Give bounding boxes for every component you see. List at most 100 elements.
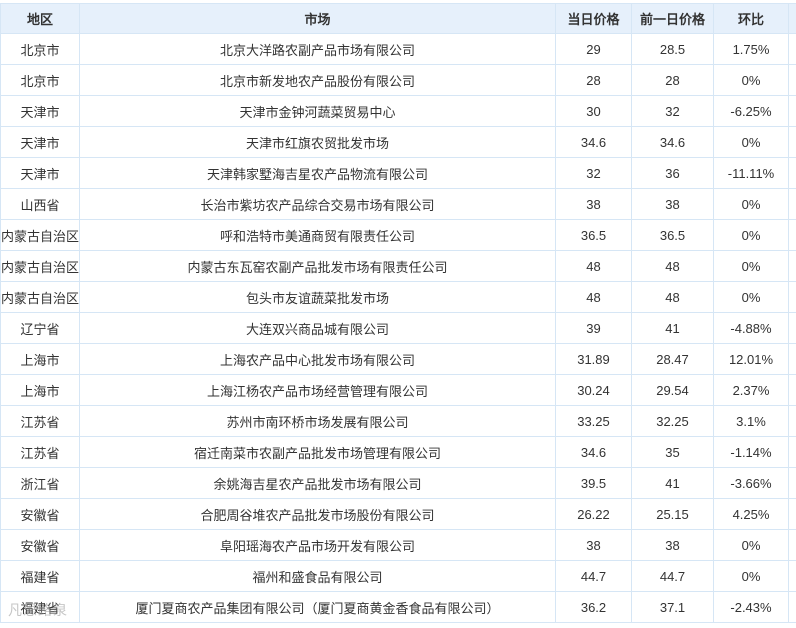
cell-today-price: 44.7 bbox=[555, 560, 632, 592]
cell-extra bbox=[788, 250, 796, 282]
table-row: 江苏省 宿迁南菜市农副产品批发市场管理有限公司 34.6 35 -1.14% bbox=[0, 436, 796, 468]
cell-extra bbox=[788, 157, 796, 189]
cell-market: 余姚海吉星农产品批发市场有限公司 bbox=[79, 467, 556, 499]
table-row: 北京市 北京市新发地农产品股份有限公司 28 28 0% bbox=[0, 64, 796, 96]
table-row: 浙江省 余姚海吉星农产品批发市场有限公司 39.5 41 -3.66% bbox=[0, 467, 796, 499]
table-body: 北京市 北京大洋路农副产品市场有限公司 29 28.5 1.75% 北京市 北京… bbox=[0, 33, 796, 623]
cell-region: 浙江省 bbox=[0, 467, 80, 499]
table-row: 安徽省 合肥周谷堆农产品批发市场股份有限公司 26.22 25.15 4.25% bbox=[0, 498, 796, 530]
cell-region: 天津市 bbox=[0, 126, 80, 158]
cell-extra bbox=[788, 529, 796, 561]
cell-extra bbox=[788, 281, 796, 313]
cell-extra bbox=[788, 374, 796, 406]
cell-extra bbox=[788, 591, 796, 623]
cell-today-price: 36.5 bbox=[555, 219, 632, 251]
cell-prev-price: 29.54 bbox=[631, 374, 714, 406]
header-market[interactable]: 市场 bbox=[79, 3, 556, 34]
cell-market: 北京市新发地农产品股份有限公司 bbox=[79, 64, 556, 96]
cell-market: 天津市金钟河蔬菜贸易中心 bbox=[79, 95, 556, 127]
cell-change: 0% bbox=[713, 250, 789, 282]
cell-prev-price: 28 bbox=[631, 64, 714, 96]
cell-change: 0% bbox=[713, 560, 789, 592]
cell-extra bbox=[788, 188, 796, 220]
cell-market: 天津市红旗农贸批发市场 bbox=[79, 126, 556, 158]
cell-prev-price: 36 bbox=[631, 157, 714, 189]
header-region[interactable]: 地区 bbox=[0, 3, 80, 34]
table-row: 安徽省 阜阳瑶海农产品市场开发有限公司 38 38 0% bbox=[0, 529, 796, 561]
header-change[interactable]: 环比 bbox=[713, 3, 789, 34]
header-extra bbox=[788, 3, 796, 34]
header-prev-price[interactable]: 前一日价格 bbox=[631, 3, 714, 34]
cell-region: 内蒙古自治区 bbox=[0, 219, 80, 251]
cell-region: 上海市 bbox=[0, 343, 80, 375]
table-row: 天津市 天津韩家墅海吉星农产品物流有限公司 32 36 -11.11% bbox=[0, 157, 796, 189]
table-row: 内蒙古自治区 内蒙古东瓦窑农副产品批发市场有限责任公司 48 48 0% bbox=[0, 250, 796, 282]
cell-market: 苏州市南环桥市场发展有限公司 bbox=[79, 405, 556, 437]
cell-prev-price: 25.15 bbox=[631, 498, 714, 530]
cell-change: -4.88% bbox=[713, 312, 789, 344]
cell-today-price: 34.6 bbox=[555, 436, 632, 468]
table-row: 天津市 天津市红旗农贸批发市场 34.6 34.6 0% bbox=[0, 126, 796, 158]
cell-prev-price: 34.6 bbox=[631, 126, 714, 158]
cell-today-price: 34.6 bbox=[555, 126, 632, 158]
cell-change: -1.14% bbox=[713, 436, 789, 468]
cell-region: 安徽省 bbox=[0, 529, 80, 561]
table-row: 内蒙古自治区 包头市友谊蔬菜批发市场 48 48 0% bbox=[0, 281, 796, 313]
cell-prev-price: 35 bbox=[631, 436, 714, 468]
cell-change: 1.75% bbox=[713, 33, 789, 65]
cell-region: 内蒙古自治区 bbox=[0, 281, 80, 313]
cell-change: -3.66% bbox=[713, 467, 789, 499]
cell-change: 2.37% bbox=[713, 374, 789, 406]
cell-change: 0% bbox=[713, 188, 789, 220]
table-row: 上海市 上海农产品中心批发市场有限公司 31.89 28.47 12.01% bbox=[0, 343, 796, 375]
table-row: 江苏省 苏州市南环桥市场发展有限公司 33.25 32.25 3.1% bbox=[0, 405, 796, 437]
cell-change: 4.25% bbox=[713, 498, 789, 530]
table-header-row: 地区 市场 当日价格 前一日价格 环比 bbox=[0, 3, 796, 34]
cell-extra bbox=[788, 33, 796, 65]
cell-region: 北京市 bbox=[0, 33, 80, 65]
cell-prev-price: 41 bbox=[631, 467, 714, 499]
cell-prev-price: 28.5 bbox=[631, 33, 714, 65]
cell-extra bbox=[788, 405, 796, 437]
table-row: 福建省 福州和盛食品有限公司 44.7 44.7 0% bbox=[0, 560, 796, 592]
cell-today-price: 38 bbox=[555, 188, 632, 220]
cell-extra bbox=[788, 312, 796, 344]
cell-change: 0% bbox=[713, 219, 789, 251]
cell-today-price: 32 bbox=[555, 157, 632, 189]
cell-extra bbox=[788, 436, 796, 468]
cell-change: -11.11% bbox=[713, 157, 789, 189]
table-row: 北京市 北京大洋路农副产品市场有限公司 29 28.5 1.75% bbox=[0, 33, 796, 65]
cell-region: 辽宁省 bbox=[0, 312, 80, 344]
cell-change: 0% bbox=[713, 281, 789, 313]
header-today-price[interactable]: 当日价格 bbox=[555, 3, 632, 34]
cell-market: 合肥周谷堆农产品批发市场股份有限公司 bbox=[79, 498, 556, 530]
cell-extra bbox=[788, 343, 796, 375]
cell-prev-price: 28.47 bbox=[631, 343, 714, 375]
cell-market: 长治市紫坊农产品综合交易市场有限公司 bbox=[79, 188, 556, 220]
cell-today-price: 26.22 bbox=[555, 498, 632, 530]
cell-market: 宿迁南菜市农副产品批发市场管理有限公司 bbox=[79, 436, 556, 468]
cell-prev-price: 48 bbox=[631, 250, 714, 282]
cell-market: 厦门夏商农产品集团有限公司（厦门夏商黄金香食品有限公司） bbox=[79, 591, 556, 623]
cell-market: 上海江杨农产品市场经营管理有限公司 bbox=[79, 374, 556, 406]
cell-today-price: 30.24 bbox=[555, 374, 632, 406]
cell-market: 包头市友谊蔬菜批发市场 bbox=[79, 281, 556, 313]
cell-region: 安徽省 bbox=[0, 498, 80, 530]
cell-today-price: 30 bbox=[555, 95, 632, 127]
cell-prev-price: 48 bbox=[631, 281, 714, 313]
cell-today-price: 38 bbox=[555, 529, 632, 561]
table-row: 山西省 长治市紫坊农产品综合交易市场有限公司 38 38 0% bbox=[0, 188, 796, 220]
cell-change: -6.25% bbox=[713, 95, 789, 127]
cell-region: 福建省 bbox=[0, 591, 80, 623]
cell-region: 江苏省 bbox=[0, 436, 80, 468]
cell-region: 北京市 bbox=[0, 64, 80, 96]
cell-prev-price: 41 bbox=[631, 312, 714, 344]
cell-today-price: 29 bbox=[555, 33, 632, 65]
cell-extra bbox=[788, 467, 796, 499]
cell-market: 天津韩家墅海吉星农产品物流有限公司 bbox=[79, 157, 556, 189]
cell-change: 12.01% bbox=[713, 343, 789, 375]
cell-market: 福州和盛食品有限公司 bbox=[79, 560, 556, 592]
cell-today-price: 48 bbox=[555, 281, 632, 313]
cell-market: 内蒙古东瓦窑农副产品批发市场有限责任公司 bbox=[79, 250, 556, 282]
cell-prev-price: 32.25 bbox=[631, 405, 714, 437]
